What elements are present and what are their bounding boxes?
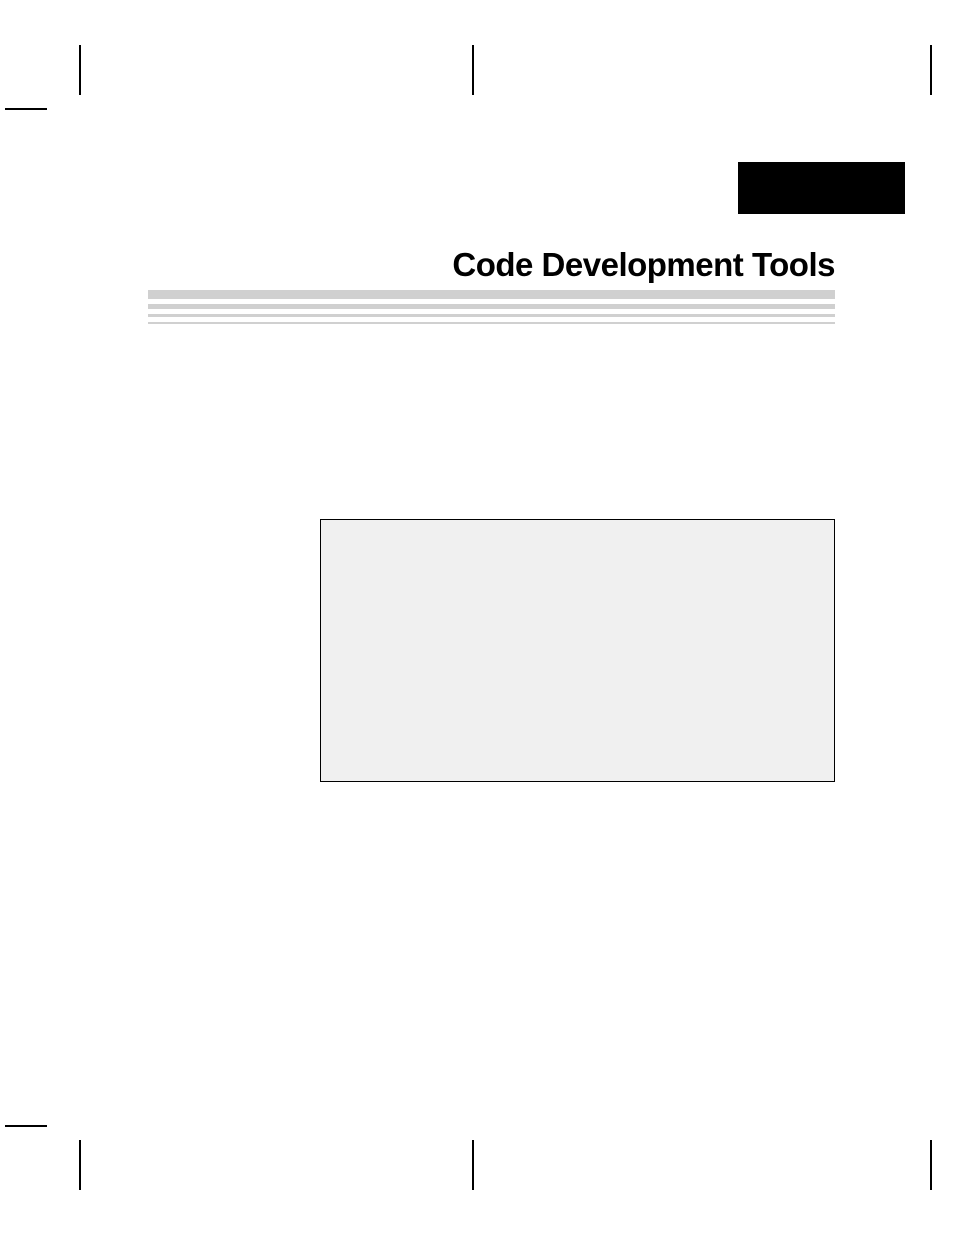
crop-mark — [472, 45, 474, 95]
crop-mark — [472, 1140, 474, 1190]
crop-mark — [930, 1140, 932, 1190]
decorative-rule — [148, 322, 835, 324]
decorative-rule — [148, 314, 835, 317]
crop-mark — [5, 1125, 47, 1127]
decorative-rule — [148, 290, 835, 299]
topic-box — [320, 519, 835, 782]
crop-mark — [5, 108, 47, 110]
chapter-title: Code Development Tools — [452, 246, 835, 284]
crop-mark — [930, 45, 932, 95]
decorative-rule — [148, 304, 835, 309]
crop-mark — [79, 45, 81, 95]
crop-mark — [79, 1140, 81, 1190]
chapter-tab — [738, 162, 905, 214]
